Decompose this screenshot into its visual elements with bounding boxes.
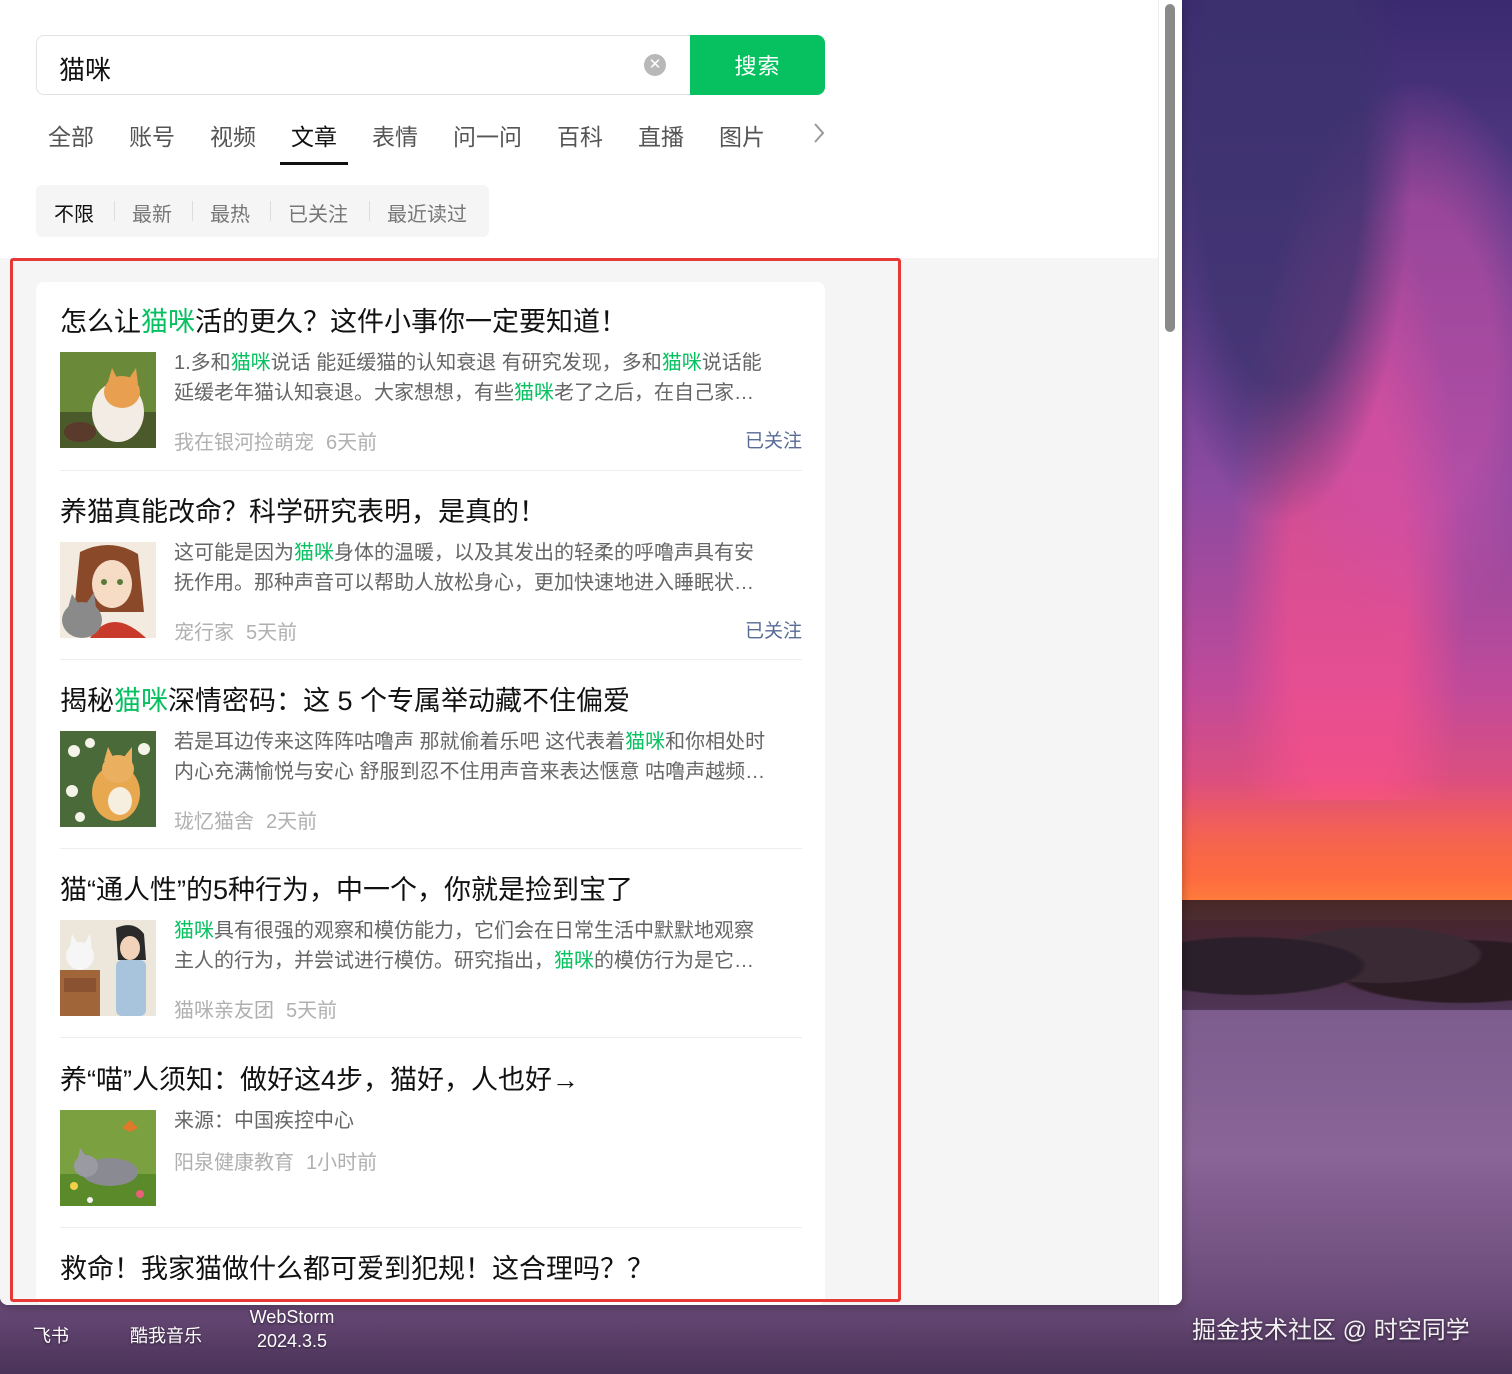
- filter-recently-read[interactable]: 最近读过: [387, 198, 467, 227]
- result-source[interactable]: 猫咪亲友团: [174, 1000, 274, 1022]
- tab-stickers[interactable]: 表情: [372, 118, 418, 152]
- result-divider: [60, 1037, 802, 1038]
- filter-followed[interactable]: 已关注: [288, 198, 348, 227]
- result-item[interactable]: 揭秘猫咪深情密码：这 5 个专属举动藏不住偏爱 若是耳边传来这阵阵咕噜声 那就偷…: [60, 679, 802, 839]
- result-thumbnail[interactable]: [60, 1110, 156, 1206]
- filter-divider: [369, 201, 370, 221]
- result-time: 5天前: [246, 622, 298, 644]
- result-title[interactable]: 养猫真能改命？科学研究表明，是真的！: [60, 490, 546, 529]
- result-snippet: 猫咪具有很强的观察和模仿能力，它们会在日常生活中默默地观察 主人的行为，并尝试进…: [174, 920, 754, 972]
- result-snippet: 1.多和猫咪说话 能延缓猫的认知衰退 有研究发现，多和猫咪说话能 延缓老年猫认知…: [174, 352, 762, 404]
- result-source[interactable]: 阳泉健康教育: [174, 1152, 294, 1174]
- result-thumbnail[interactable]: [60, 352, 156, 448]
- result-snippet: 这可能是因为猫咪身体的温暖，以及其发出的轻柔的呼噜声具有安 抚作用。那种声音可以…: [174, 542, 754, 594]
- result-divider: [60, 848, 802, 849]
- result-item[interactable]: 怎么让猫咪活的更久？这件小事你一定要知道！ 1.多和猫咪说话 能延缓猫的认知衰退…: [60, 300, 802, 460]
- wallpaper-sky: [1182, 0, 1512, 800]
- result-meta: 珑忆猫舍 2天前: [174, 805, 317, 834]
- tab-accounts[interactable]: 账号: [129, 118, 175, 152]
- search-input[interactable]: 猫咪: [59, 50, 111, 87]
- result-thumbnail[interactable]: [60, 542, 156, 638]
- result-title[interactable]: 救命！我家猫做什么都可爱到犯规！这合理吗？？: [60, 1247, 654, 1286]
- clear-icon[interactable]: ✕: [644, 54, 666, 76]
- result-time: 1小时前: [306, 1152, 378, 1174]
- tab-videos[interactable]: 视频: [210, 118, 256, 152]
- result-snippet: 来源：中国疾控中心: [174, 1110, 354, 1132]
- active-tab-underline: [280, 162, 348, 165]
- result-snippet: 若是耳边传来这阵阵咕噜声 那就偷着乐吧 这代表着猫咪和你相处时 内心充满愉悦与安…: [174, 731, 766, 783]
- result-meta: 宠行家 5天前: [174, 616, 297, 645]
- app-window: 猫咪 ✕ 搜索 全部 账号 视频 文章 表情 问一问 百科 直播 图片 不限 最…: [0, 0, 1182, 1305]
- filter-latest[interactable]: 最新: [132, 198, 172, 227]
- search-button[interactable]: 搜索: [690, 35, 825, 95]
- tab-encyclopedia[interactable]: 百科: [557, 118, 603, 152]
- result-meta: 阳泉健康教育 1小时前: [174, 1146, 377, 1175]
- result-divider: [60, 1227, 802, 1228]
- filter-divider: [192, 201, 193, 221]
- watermark: 掘金技术社区 @ 时空同学: [1192, 1317, 1470, 1344]
- tab-images[interactable]: 图片: [719, 118, 765, 152]
- desktop-icon-webstorm[interactable]: WebStorm 2024.3.5: [236, 1305, 348, 1353]
- search-box[interactable]: 猫咪: [36, 35, 692, 95]
- desktop-icon-feishu[interactable]: 飞书: [28, 1322, 74, 1348]
- result-title[interactable]: 揭秘猫咪深情密码：这 5 个专属举动藏不住偏爱: [60, 679, 630, 718]
- result-item[interactable]: 猫“通人性”的5种行为，中一个，你就是捡到宝了 猫咪具有很强的观察和模仿能力，它…: [60, 868, 802, 1028]
- tab-all[interactable]: 全部: [48, 118, 94, 152]
- scrollbar-thumb[interactable]: [1165, 4, 1175, 332]
- tab-live[interactable]: 直播: [638, 118, 684, 152]
- tab-ask[interactable]: 问一问: [453, 118, 522, 152]
- result-source[interactable]: 珑忆猫舍: [174, 811, 254, 833]
- result-time: 2天前: [266, 811, 318, 833]
- chevron-right-icon[interactable]: [812, 120, 826, 153]
- result-divider: [60, 470, 802, 471]
- followed-badge: 已关注: [744, 431, 802, 452]
- result-thumbnail[interactable]: [60, 920, 156, 1016]
- desktop-icon-kuwo-music[interactable]: 酷我音乐: [126, 1322, 206, 1348]
- result-title[interactable]: 怎么让猫咪活的更久？这件小事你一定要知道！: [60, 300, 627, 339]
- tab-articles[interactable]: 文章: [291, 118, 337, 152]
- filter-hottest[interactable]: 最热: [210, 198, 250, 227]
- right-gutter: [900, 258, 1158, 1305]
- result-title[interactable]: 养“喵”人须知：做好这4步，猫好，人也好→: [60, 1058, 579, 1097]
- filter-any[interactable]: 不限: [54, 198, 94, 227]
- result-time: 6天前: [326, 432, 378, 454]
- result-meta: 我在银河捡萌宠 6天前: [174, 426, 377, 455]
- result-source[interactable]: 我在银河捡萌宠: [174, 432, 314, 454]
- result-meta: 猫咪亲友团 5天前: [174, 994, 337, 1023]
- wallpaper-rocks: [1182, 900, 1512, 1010]
- result-time: 5天前: [286, 1000, 338, 1022]
- result-source[interactable]: 宠行家: [174, 622, 234, 644]
- result-title[interactable]: 猫“通人性”的5种行为，中一个，你就是捡到宝了: [60, 868, 633, 907]
- result-item[interactable]: 养猫真能改命？科学研究表明，是真的！ 这可能是因为猫咪身体的温暖，以及其发出的轻…: [60, 490, 802, 650]
- filter-divider: [114, 201, 115, 221]
- wallpaper-sunset-glow: [1182, 780, 1512, 920]
- filter-bar: 不限 最新 最热 已关注 最近读过: [36, 185, 489, 237]
- result-thumbnail[interactable]: [60, 731, 156, 827]
- result-item[interactable]: 养“喵”人须知：做好这4步，猫好，人也好→ 来源：中国疾控中心 阳泉健康教育 1小…: [60, 1058, 802, 1218]
- filter-divider: [270, 201, 271, 221]
- result-divider: [60, 659, 802, 660]
- followed-badge: 已关注: [744, 621, 802, 642]
- result-item[interactable]: 救命！我家猫做什么都可爱到犯规！这合理吗？？: [60, 1247, 802, 1305]
